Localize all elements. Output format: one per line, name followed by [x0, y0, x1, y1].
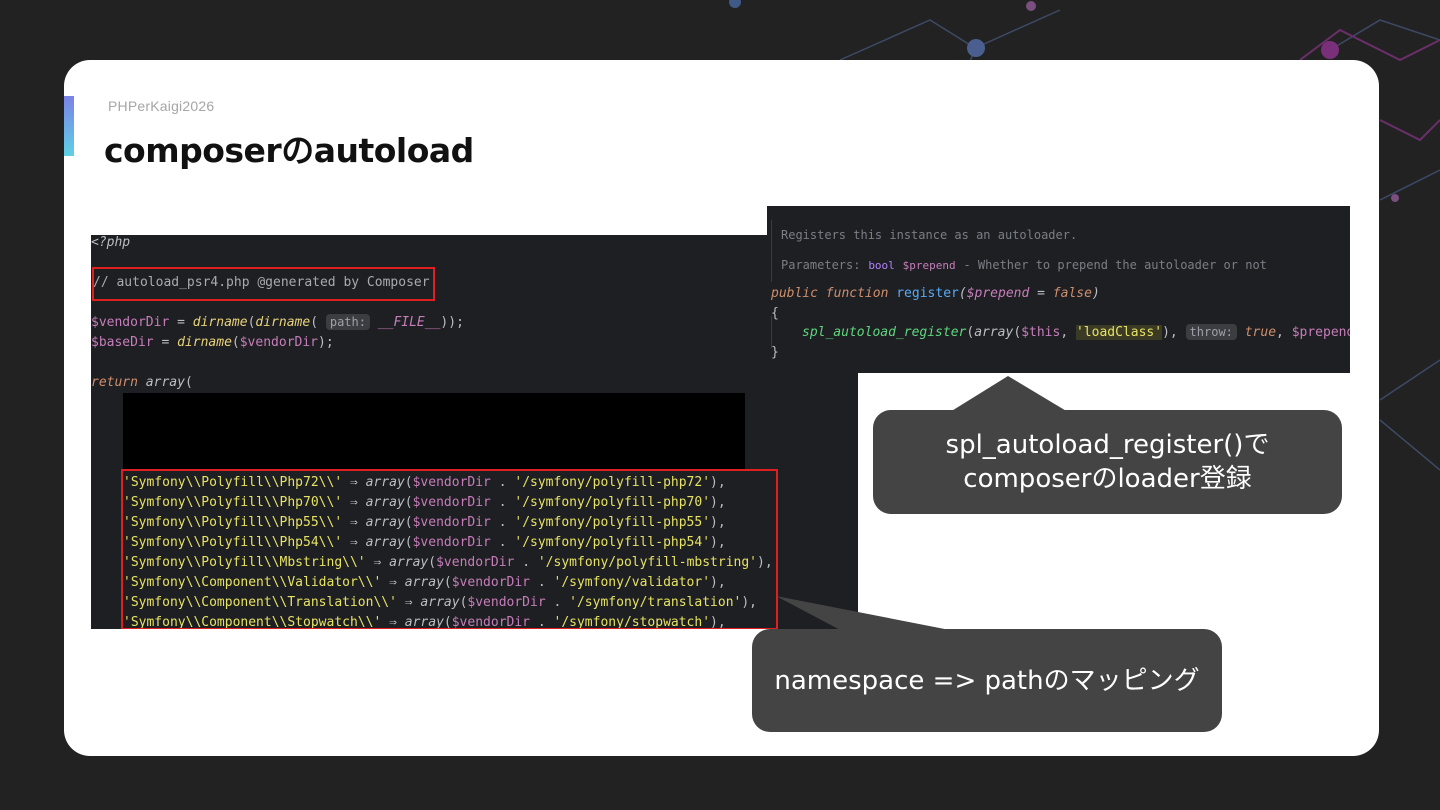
code-line-vendordir: $vendorDir = dirname(dirname( path: __FI… — [91, 314, 464, 330]
callout-line-2: composerのloader登録 — [963, 464, 1252, 494]
slide-card: PHPerKaigi2026 composerのautoload <?php /… — [64, 60, 1379, 756]
method-signature: public function register($prepend = fals… — [771, 286, 1100, 301]
code-line-php-open: <?php — [91, 235, 131, 250]
comment-highlight-box — [92, 267, 435, 301]
callout-pointer-bottom — [776, 596, 960, 632]
param-hint-path: path: — [325, 314, 370, 330]
brace-open: { — [771, 306, 779, 321]
doc-parameters: Parameters: bool $prepend - Whether to p… — [781, 258, 1267, 272]
mapping-highlight-box — [121, 469, 778, 629]
event-label: PHPerKaigi2026 — [108, 98, 215, 114]
brace-close: } — [771, 345, 779, 360]
redacted-code-block — [123, 393, 745, 469]
param-hint-throw: throw: — [1185, 324, 1237, 340]
method-body: spl_autoload_register(array($this, 'load… — [802, 324, 1350, 340]
callout-namespace-mapping: namespace => pathのマッピング — [752, 629, 1222, 732]
callout-pointer-top — [950, 376, 1068, 412]
callout-spl-autoload: spl_autoload_register()で composerのloader… — [873, 410, 1342, 514]
autoload-psr4-code-panel: <?php // autoload_psr4.php @generated by… — [91, 235, 858, 629]
code-line-basedir: $baseDir = dirname($vendorDir); — [91, 335, 334, 350]
slide-title: composerのautoload — [104, 131, 474, 170]
doc-summary: Registers this instance as an autoloader… — [781, 228, 1078, 242]
title-accent-bar — [64, 96, 74, 156]
register-method-code-panel: Registers this instance as an autoloader… — [767, 206, 1350, 373]
code-line-return: return array( — [91, 375, 193, 390]
callout-line-1: spl_autoload_register()で — [945, 430, 1270, 460]
